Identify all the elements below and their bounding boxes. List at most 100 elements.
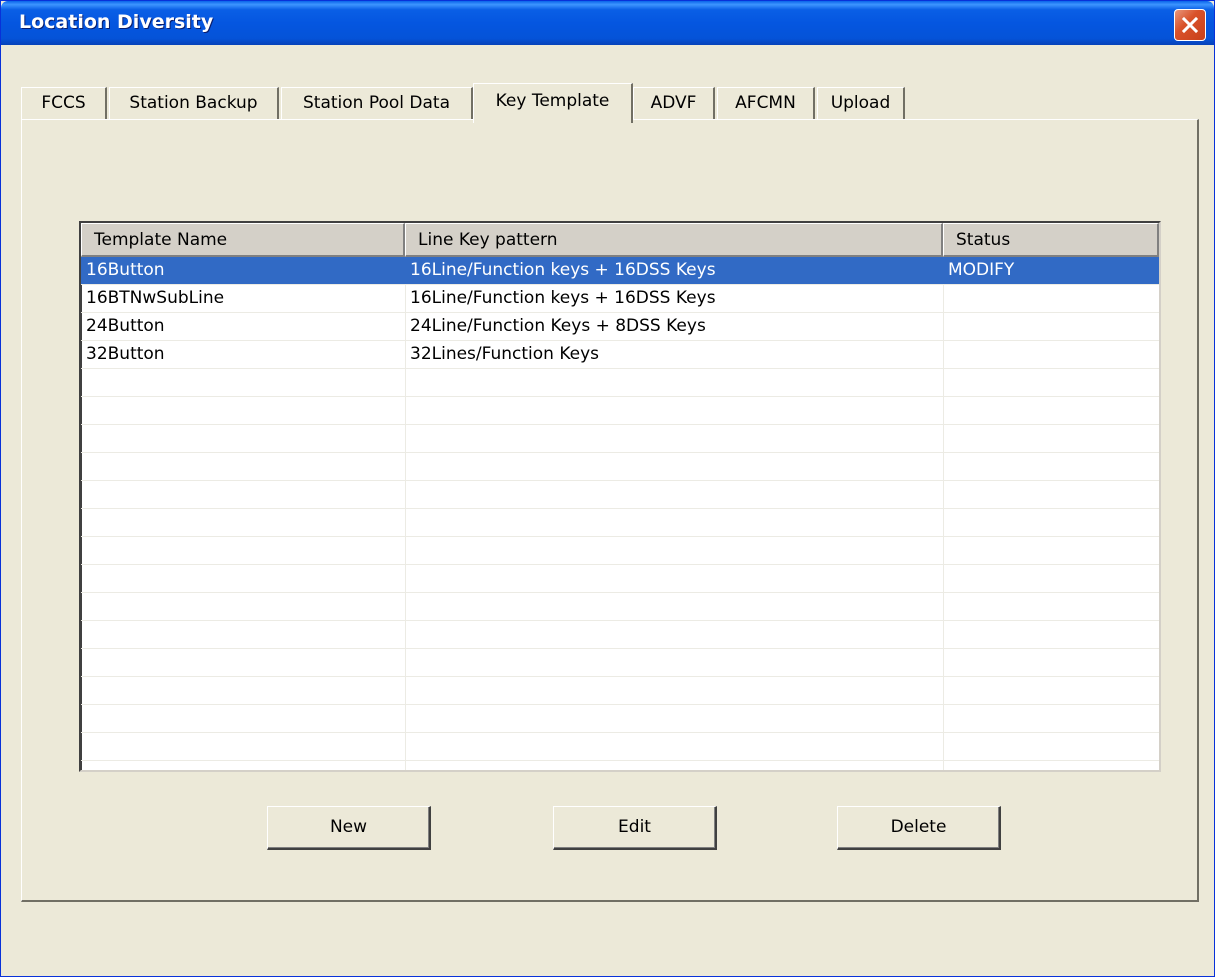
cell-name — [81, 369, 405, 396]
table-row[interactable]: 16BTNwSubLine 16Line/Function keys + 16DS… — [81, 285, 1159, 313]
delete-button[interactable]: Delete — [837, 806, 1001, 850]
cell-pattern — [405, 537, 943, 564]
table-row — [81, 593, 1159, 621]
table-row[interactable]: 16Button 16Line/Function keys + 16DSS Key… — [81, 257, 1159, 285]
cell-status — [943, 537, 1159, 564]
cell-name: 16BTNwSubLine — [86, 288, 225, 308]
tab-fccs[interactable]: FCCS — [21, 87, 107, 122]
edit-button-label: Edit — [618, 817, 651, 837]
table-row — [81, 649, 1159, 677]
tab-label: Station Backup — [129, 93, 258, 113]
cell-status — [943, 453, 1159, 480]
column-header-line-key-pattern[interactable]: Line Key pattern — [405, 223, 943, 257]
cell-status — [943, 565, 1159, 592]
cell-name: 16Button — [81, 257, 405, 284]
cell-status — [943, 593, 1159, 620]
cell-status — [943, 313, 1159, 340]
tab-station-pool-data[interactable]: Station Pool Data — [281, 87, 473, 122]
cell-name: 24Button — [86, 316, 165, 336]
window-title: Location Diversity — [19, 11, 214, 33]
tab-advf[interactable]: ADVF — [633, 87, 715, 122]
column-header-label: Template Name — [94, 230, 228, 250]
tab-label: ADVF — [650, 93, 697, 113]
cell-name — [81, 705, 405, 732]
cell-pattern — [405, 705, 943, 732]
tab-label: Upload — [830, 93, 891, 113]
column-header-status[interactable]: Status — [943, 223, 1159, 257]
cell-status — [943, 621, 1159, 648]
table-row[interactable]: 32Button 32Lines/Function Keys — [81, 341, 1159, 369]
cell-status — [943, 733, 1159, 760]
cell-pattern: 24Line/Function Keys + 8DSS Keys — [410, 316, 706, 336]
tab-afcmn[interactable]: AFCMN — [717, 87, 815, 122]
tab-upload[interactable]: Upload — [817, 87, 905, 122]
cell-pattern — [405, 481, 943, 508]
column-header-label: Status — [956, 230, 1011, 250]
cell-pattern: 16Line/Function keys + 16DSS Keys — [410, 288, 716, 308]
close-button[interactable] — [1174, 9, 1206, 41]
cell-status — [943, 425, 1159, 452]
tab-key-template[interactable]: Key Template — [473, 83, 633, 123]
tab-station-backup[interactable]: Station Backup — [109, 87, 279, 122]
tab-label: FCCS — [41, 93, 86, 113]
cell-status — [943, 677, 1159, 704]
cell-pattern — [405, 369, 943, 396]
cell-pattern: 16Line/Function keys + 16DSS Keys — [405, 257, 943, 284]
cell-pattern — [405, 397, 943, 424]
cell-name — [81, 537, 405, 564]
cell-pattern — [405, 425, 943, 452]
cell-pattern — [405, 565, 943, 592]
table-row — [81, 537, 1159, 565]
cell-name — [81, 509, 405, 536]
new-button-label: New — [329, 817, 368, 837]
list-header: Template Name Line Key pattern Status — [81, 223, 1159, 257]
cell-name — [81, 677, 405, 704]
table-row — [81, 369, 1159, 397]
new-button[interactable]: New — [267, 806, 431, 850]
table-row — [81, 481, 1159, 509]
cell-pattern: 32Lines/Function Keys — [410, 344, 600, 364]
cell-name: 32Button — [86, 344, 165, 364]
location-diversity-window: Location Diversity FCCS Station Backup S… — [0, 0, 1215, 977]
table-row[interactable]: 24Button 24Line/Function Keys + 8DSS Keys — [81, 313, 1159, 341]
cell-name — [81, 593, 405, 620]
table-row — [81, 453, 1159, 481]
column-header-label: Line Key pattern — [418, 230, 558, 250]
cell-status — [943, 341, 1159, 368]
cell-status — [943, 509, 1159, 536]
cell-status — [943, 649, 1159, 676]
table-row — [81, 705, 1159, 733]
table-row — [81, 509, 1159, 537]
cell-pattern — [405, 677, 943, 704]
tab-label: Station Pool Data — [302, 93, 450, 113]
cell-name — [81, 425, 405, 452]
cell-status — [943, 369, 1159, 396]
template-list[interactable]: Template Name Line Key pattern Status 16… — [79, 221, 1161, 772]
cell-name — [81, 481, 405, 508]
column-header-template-name[interactable]: Template Name — [81, 223, 405, 257]
cell-status: MODIFY — [943, 257, 1159, 284]
cell-name — [81, 733, 405, 760]
cell-name — [81, 649, 405, 676]
cell-status — [943, 705, 1159, 732]
cell-pattern — [405, 509, 943, 536]
table-row — [81, 733, 1159, 761]
table-row — [81, 565, 1159, 593]
delete-button-label: Delete — [890, 817, 947, 837]
title-bar[interactable]: Location Diversity — [1, 1, 1214, 45]
cell-name — [81, 565, 405, 592]
cell-pattern — [405, 621, 943, 648]
table-row — [81, 397, 1159, 425]
cell-name — [81, 397, 405, 424]
cell-status — [943, 397, 1159, 424]
tab-label: AFCMN — [735, 93, 796, 113]
edit-button[interactable]: Edit — [553, 806, 717, 850]
close-icon — [1181, 16, 1199, 34]
cell-status — [943, 481, 1159, 508]
table-row — [81, 425, 1159, 453]
table-row — [81, 677, 1159, 705]
cell-name — [81, 621, 405, 648]
cell-name — [81, 453, 405, 480]
cell-pattern — [405, 593, 943, 620]
table-row — [81, 621, 1159, 649]
